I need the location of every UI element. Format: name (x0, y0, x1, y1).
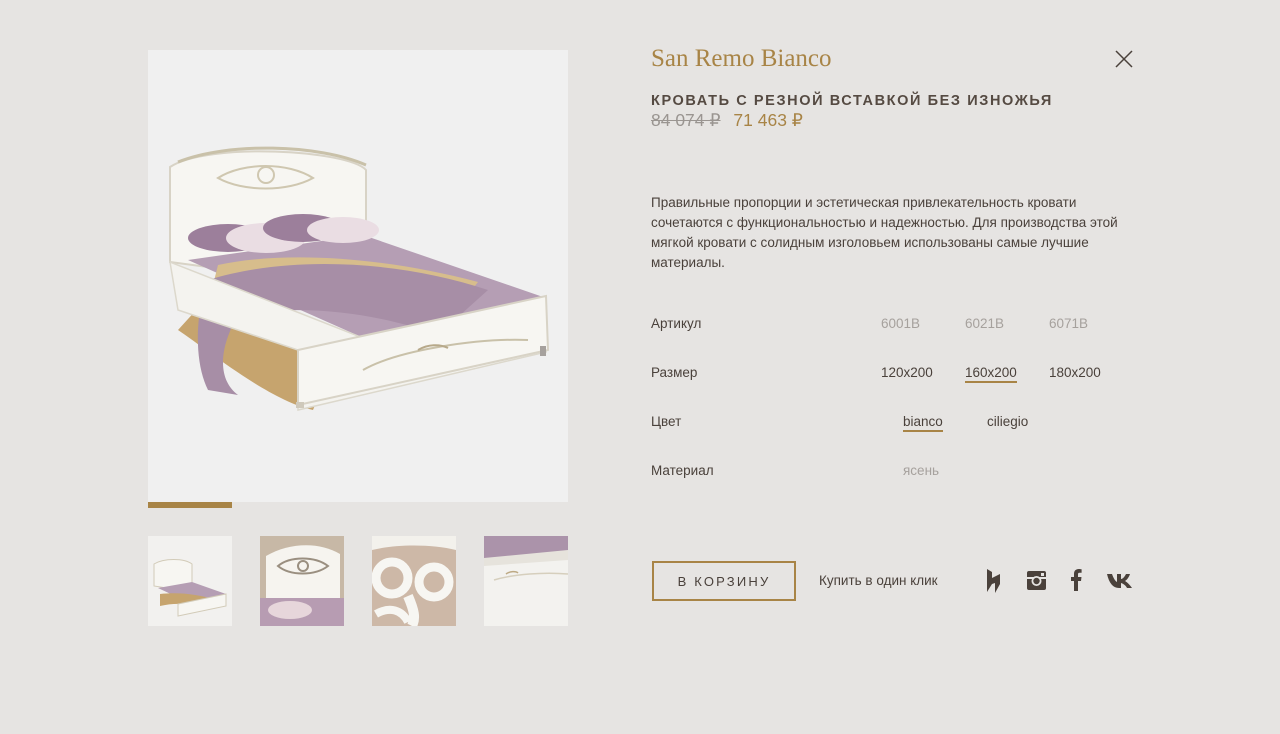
facebook-icon[interactable] (1071, 569, 1082, 596)
new-price: 71 463 ₽ (733, 110, 803, 130)
thumbnail-headboard-carving[interactable] (260, 536, 344, 626)
thumbnail-bed-full-view[interactable] (148, 536, 232, 626)
vk-icon[interactable] (1107, 573, 1133, 593)
collection-title: San Remo Bianco (651, 45, 832, 72)
product-description: Правильные пропорции и эстетическая прив… (651, 195, 1118, 270)
size-option-label: 160х200 (965, 365, 1017, 383)
price-block: 84 074 ₽ 71 463 ₽ (651, 110, 1133, 131)
article-option: 6021B (965, 316, 1005, 331)
action-bar: В КОРЗИНУ Купить в один клик (652, 561, 1133, 601)
size-option-label: 120х200 (881, 365, 933, 380)
spec-label-article: Артикул (651, 316, 702, 331)
add-to-cart-button[interactable]: В КОРЗИНУ (652, 561, 796, 601)
instagram-icon[interactable] (1027, 571, 1046, 595)
color-option-ciliegio[interactable]: ciliegio (987, 405, 1071, 454)
old-price: 84 074 ₽ (651, 110, 721, 130)
spec-row-article: Артикул 6001B 6021B 6071B (651, 307, 1133, 356)
product-gallery (148, 50, 568, 626)
size-option-180x200[interactable]: 180х200 (1049, 356, 1133, 405)
color-option-bianco-selected[interactable]: bianco (903, 405, 987, 454)
thumbnail-strip (148, 536, 568, 626)
houzz-icon[interactable] (987, 569, 1000, 598)
specs-table: Артикул 6001B 6021B 6071B Размер 120х200… (651, 307, 1133, 503)
gallery-progress-fill (148, 502, 232, 508)
spec-row-size: Размер 120х200 160х200 180х200 (651, 356, 1133, 405)
close-icon[interactable] (1115, 50, 1133, 68)
main-product-image[interactable] (148, 50, 568, 502)
article-option: 6071B (1049, 316, 1089, 331)
size-option-160x200-selected[interactable]: 160х200 (965, 356, 1049, 405)
bed-illustration (169, 146, 550, 411)
gallery-progress-bar (148, 502, 568, 508)
color-option-label: ciliegio (987, 414, 1029, 429)
spec-row-color: Цвет bianco ciliegio (651, 405, 1133, 454)
spec-label-color: Цвет (651, 414, 682, 429)
size-option-label: 180х200 (1049, 365, 1101, 380)
size-option-120x200[interactable]: 120х200 (881, 356, 965, 405)
spec-row-material: Материал ясень (651, 454, 1133, 503)
material-value: ясень (903, 463, 940, 478)
spec-label-material: Материал (651, 463, 714, 478)
color-option-label: bianco (903, 414, 943, 432)
buy-one-click-link[interactable]: Купить в один клик (819, 573, 938, 588)
thumbnail-carving-closeup[interactable] (372, 536, 456, 626)
spec-label-size: Размер (651, 365, 698, 380)
product-type: КРОВАТЬ С РЕЗНОЙ ВСТАВКОЙ БЕЗ ИЗНОЖЬЯ (651, 93, 1053, 109)
article-option: 6001B (881, 316, 921, 331)
thumbnail-footboard-detail[interactable] (484, 536, 568, 626)
product-info: San Remo Bianco КРОВАТЬ С РЕЗНОЙ ВСТАВКО… (651, 42, 1133, 503)
